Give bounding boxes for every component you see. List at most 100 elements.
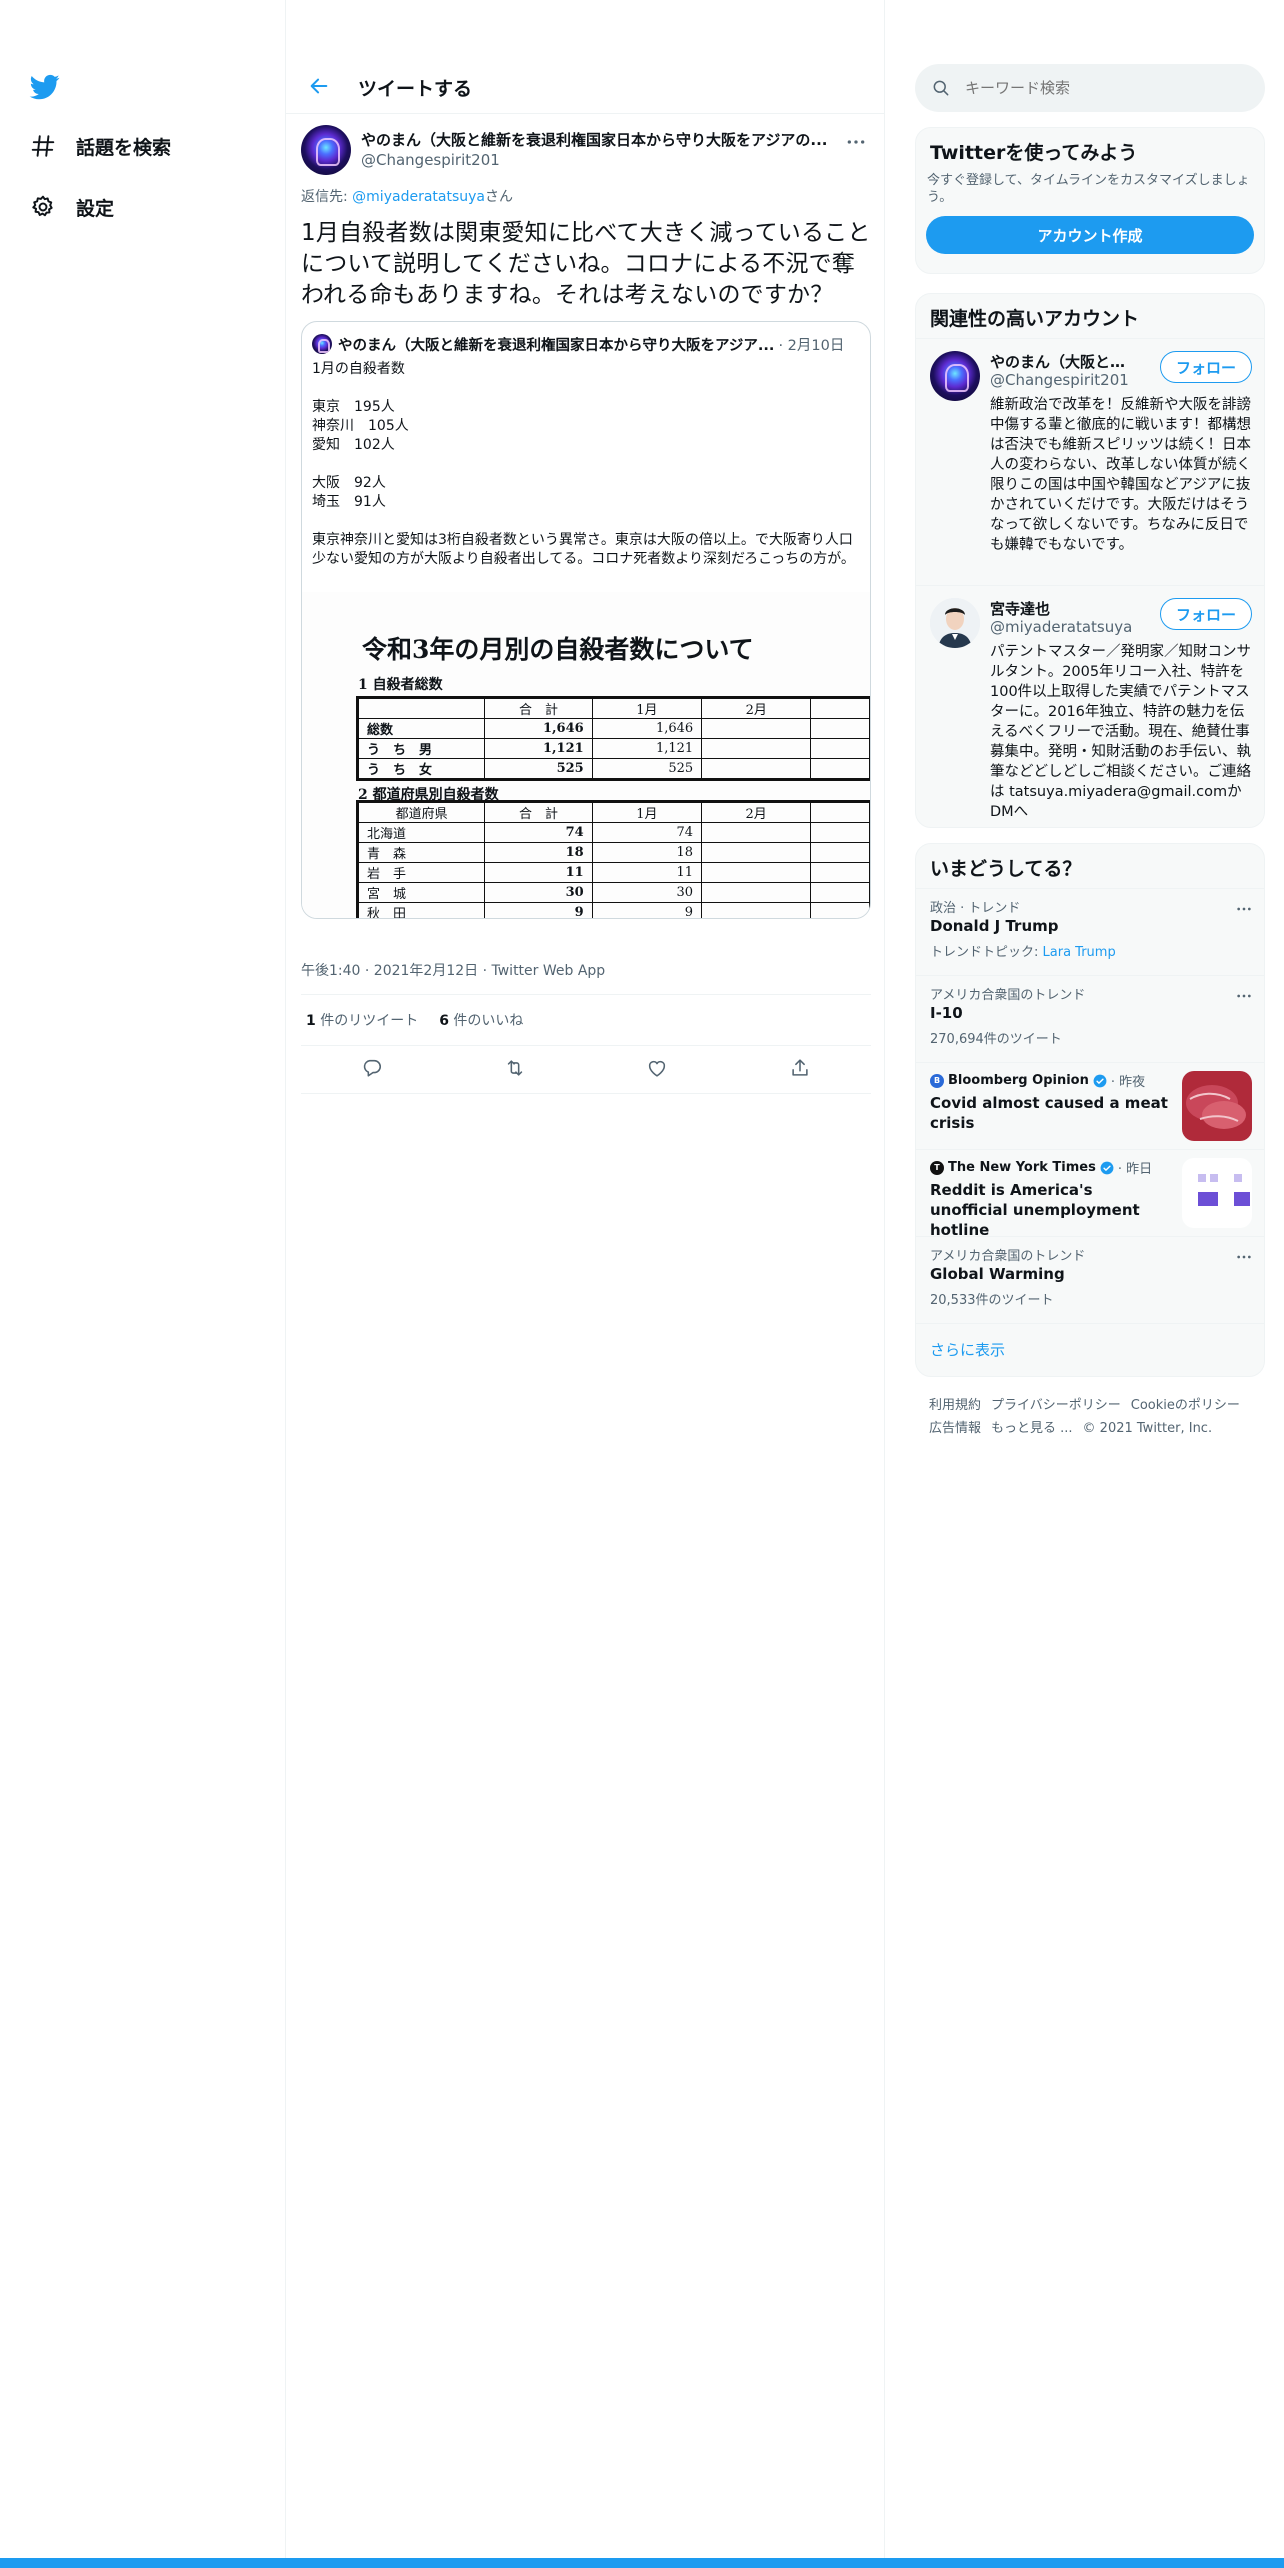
table-row: 北海道 74 74: [356, 822, 870, 843]
footer-link[interactable]: 広告情報: [929, 1421, 981, 1436]
nav-explore-label: 話題を検索: [76, 136, 172, 159]
search-input[interactable]: [965, 79, 1245, 97]
table-cell: [810, 718, 870, 739]
more-dots-icon: [846, 131, 866, 150]
trend-item[interactable]: アメリカ合衆国のトレンド I-10 270,694件のツイート: [916, 975, 1264, 1062]
news-thumbnail: [1182, 1158, 1252, 1228]
trend-tweet-count: 270,694件のツイート: [930, 1032, 1062, 1047]
reply-icon: [361, 1057, 383, 1083]
trend-tweet-count: 20,533件のツイート: [930, 1293, 1054, 1308]
avatar[interactable]: [930, 598, 980, 648]
trend-name: Donald J Trump: [930, 917, 1059, 935]
table-cell: 1,646: [591, 718, 703, 739]
footer: 利用規約 プライバシーポリシー Cookieのポリシー 広告情報 もっと見る ... ©…: [929, 1394, 1259, 1440]
table-row: 岩 手 11 11: [356, 862, 870, 883]
table-cell: [810, 822, 870, 843]
bottom-bar: [0, 2558, 1284, 2568]
trend-item[interactable]: アメリカ合衆国のトレンド Global Warming 20,533件のツイート: [916, 1236, 1264, 1323]
nyt-logo-icon: T: [930, 1160, 944, 1175]
main-column: ツイートする やのまん（大阪と維新を衰退利権国家日本から守り大阪をアジアの...…: [285, 0, 885, 2568]
tweet-timestamp[interactable]: 午後1:40 · 2021年2月12日 · Twitter Web App: [301, 960, 605, 980]
more-options-button[interactable]: [841, 128, 871, 152]
twitter-logo-icon[interactable]: [28, 72, 62, 102]
account-name[interactable]: やのまん（大阪と維新を衰退利権国家日本から守り大阪をアジアの: [990, 351, 1140, 372]
nav-settings[interactable]: 設定: [28, 187, 114, 227]
reply-button[interactable]: [354, 1052, 390, 1088]
prefecture-table: 都道府県合 計 1月 2月 北海道 74 74 青 森 18 18 岩 手 11 11 宮 城 30 30 秋…: [356, 800, 870, 918]
more-dots-icon: [1236, 897, 1252, 916]
table-header-row: 合 計 1月 2月: [356, 697, 870, 719]
main-header: ツイートする: [286, 62, 884, 114]
footer-link[interactable]: プライバシーポリシー: [991, 1398, 1121, 1413]
table-cell: 11: [484, 862, 593, 883]
table-cell: 1月: [591, 801, 703, 823]
trend-meta: 政治 · トレンド: [930, 901, 1021, 916]
retweet-count: 1: [306, 1013, 316, 1029]
table-cell: [701, 718, 812, 739]
signup-description: 今すぐ登録して、タイムラインをカスタマイズしましょう。: [927, 173, 1250, 205]
trend-topic-link[interactable]: Lara Trump: [1043, 945, 1116, 960]
footer-link[interactable]: 利用規約: [929, 1398, 981, 1413]
news-item[interactable]: T The New York Times · 昨日 Reddit is Amer…: [916, 1149, 1264, 1239]
footer-link[interactable]: もっと見る ...: [991, 1421, 1073, 1436]
quoted-tweet[interactable]: やのまん（大阪と維新を衰退利権国家日本から守り大阪をアジア... · 2月10日…: [301, 321, 871, 919]
create-account-button[interactable]: アカウント作成: [926, 216, 1254, 254]
retweet-label: 件のリツイート: [315, 1013, 419, 1029]
author-name[interactable]: やのまん（大阪と維新を衰退利権国家日本から守り大阪をアジアの...: [361, 129, 831, 150]
avatar[interactable]: [930, 351, 980, 401]
retweet-button[interactable]: [497, 1052, 533, 1088]
news-source: T The New York Times · 昨日: [930, 1158, 1152, 1177]
table-cell: [810, 902, 870, 918]
table-cell: 525: [591, 758, 703, 780]
news-time: · 昨日: [1117, 1162, 1153, 1177]
signup-card: Twitterを使ってみよう 今すぐ登録して、タイムラインをカスタマイズしましょ…: [915, 127, 1265, 274]
suicide-total-table: 合 計 1月 2月 総数 1,646 1,646 う ち 男 1,121 1,121 う ち 女5…: [356, 696, 870, 781]
like-label: 件のいいね: [448, 1013, 524, 1029]
table-cell: [701, 842, 812, 863]
table-cell: 30: [484, 882, 593, 903]
table-cell: 30: [591, 882, 703, 903]
trend-topic-prefix: トレンドトピック:: [930, 945, 1043, 960]
table-row: 青 森 18 18: [356, 842, 870, 863]
table-row: 秋 田99: [356, 902, 870, 918]
signup-title: Twitterを使ってみよう: [930, 142, 1138, 164]
trend-meta: アメリカ合衆国のトレンド: [930, 988, 1086, 1003]
reply-handle-link[interactable]: @miyaderatatsuya: [352, 189, 485, 205]
footer-link[interactable]: Cookieのポリシー: [1131, 1398, 1240, 1413]
search-box[interactable]: [915, 64, 1265, 112]
news-item[interactable]: B Bloomberg Opinion · 昨夜 Covid almost ca…: [916, 1062, 1264, 1149]
document-title: 令和3年の月別の自殺者数について: [362, 635, 754, 664]
follow-button[interactable]: フォロー: [1160, 351, 1252, 383]
trends-card: いまどうしてる？ 政治 · トレンド Donald J Trump トレンドトピ…: [915, 843, 1265, 1377]
account-item[interactable]: やのまん（大阪と維新を衰退利権国家日本から守り大阪をアジアの @Changesp…: [916, 338, 1264, 580]
show-more-link[interactable]: さらに表示: [930, 1339, 1005, 1360]
nav-explore[interactable]: 話題を検索: [28, 126, 171, 166]
account-name[interactable]: 宮寺達也: [990, 598, 1050, 619]
table-cell: [701, 822, 812, 843]
share-button[interactable]: [782, 1052, 818, 1088]
table-cell: 総数: [356, 718, 486, 739]
trend-item[interactable]: 政治 · トレンド Donald J Trump トレンドトピック: Lara …: [916, 888, 1264, 975]
like-button[interactable]: [639, 1052, 675, 1088]
account-item[interactable]: 宮寺達也 @miyaderatatsuya フォロー パテントマスター／発明家／…: [916, 585, 1264, 827]
relevant-accounts-title: 関連性の高いアカウント: [930, 308, 1140, 330]
news-time: · 昨夜: [1110, 1075, 1146, 1090]
trend-more-button[interactable]: [1232, 897, 1256, 915]
trends-title: いまどうしてる？: [930, 858, 1082, 880]
retweet-stat[interactable]: 1 件のリツイート: [306, 1010, 418, 1030]
table-row: う ち 男 1,121 1,121: [356, 738, 870, 759]
avatar[interactable]: [301, 125, 351, 175]
author-handle[interactable]: @Changespirit201: [361, 151, 831, 169]
quoted-image[interactable]: 令和3年の月別の自殺者数について 1 自殺者総数 合 計 1月 2月 総数 1,646 1…: [302, 592, 870, 918]
more-dots-icon: [1236, 1245, 1252, 1264]
like-stat[interactable]: 6 件のいいね: [439, 1010, 523, 1030]
trend-more-button[interactable]: [1232, 1245, 1256, 1263]
back-button[interactable]: [302, 71, 336, 105]
table-cell: 2月: [701, 801, 812, 823]
trend-more-button[interactable]: [1232, 984, 1256, 1002]
table-cell: 1月: [591, 697, 703, 719]
news-source: B Bloomberg Opinion · 昨夜: [930, 1071, 1145, 1090]
reply-to: 返信先: @miyaderatatsuyaさん: [301, 186, 871, 206]
follow-button[interactable]: フォロー: [1160, 598, 1252, 630]
table-cell: 北海道: [356, 822, 486, 843]
